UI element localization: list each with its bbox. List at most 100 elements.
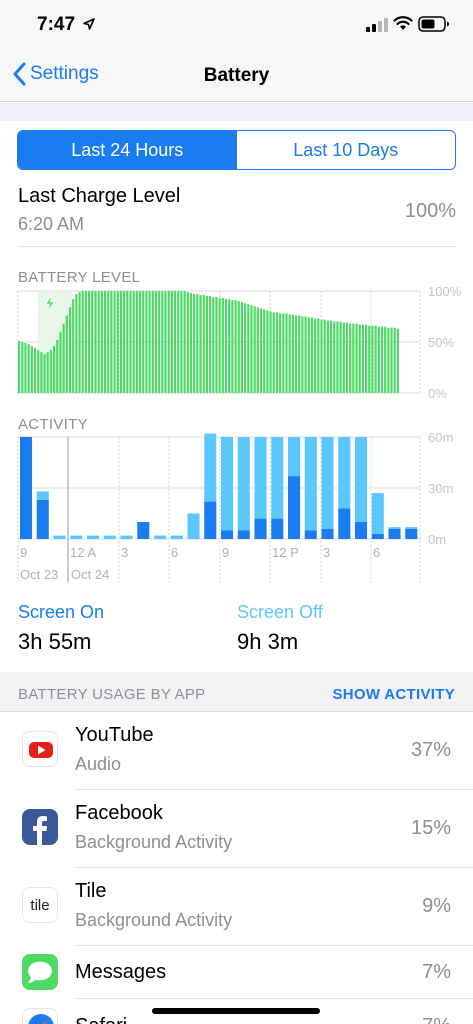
x-tick-label: 3 — [323, 545, 330, 560]
app-name: YouTube — [75, 724, 154, 746]
screen-on-bar — [221, 530, 234, 539]
y-tick-label: 30m — [428, 481, 453, 496]
battery-bar — [97, 291, 100, 393]
y-tick-label: 100% — [428, 285, 462, 299]
battery-bar — [380, 326, 384, 393]
battery-bar — [387, 327, 390, 393]
screen-off-bar — [271, 437, 284, 519]
battery-bar — [269, 311, 272, 393]
x-tick-label: 6 — [171, 545, 178, 560]
battery-bar — [123, 291, 126, 393]
battery-bar — [205, 296, 208, 393]
battery-bar — [215, 297, 218, 393]
screen-off-bar — [304, 437, 317, 531]
battery-bar — [371, 325, 374, 393]
screen-off-bar — [371, 493, 384, 534]
battery-bar — [199, 295, 202, 393]
battery-bar — [221, 298, 224, 393]
x-tick-label: 9 — [222, 545, 229, 560]
app-percentage: 7% — [422, 1015, 451, 1024]
battery-bar — [202, 295, 205, 393]
app-row-tile[interactable]: tile Tile Background Activity 9% — [0, 868, 473, 946]
screen-off-bar — [170, 535, 183, 539]
battery-status-icon — [418, 16, 449, 32]
battery-bar — [231, 300, 234, 393]
screen-off-bar — [355, 437, 368, 522]
app-subtitle: Background Activity — [75, 832, 233, 852]
divider — [18, 246, 455, 247]
battery-bar — [326, 320, 329, 393]
x-tick-label: 3 — [121, 545, 128, 560]
battery-bar — [237, 301, 240, 393]
app-percentage: 37% — [410, 739, 451, 761]
navigation-bar: Settings Battery — [0, 50, 473, 102]
battery-bar — [154, 291, 158, 393]
x-tick-label: 12 A — [70, 545, 96, 560]
battery-bar — [294, 315, 298, 393]
battery-bar — [253, 306, 256, 393]
app-percentage: 7% — [422, 961, 451, 983]
last-charge-time: 6:20 AM — [18, 214, 85, 234]
show-activity-button[interactable]: SHOW ACTIVITY — [332, 686, 455, 703]
screen-on-bar — [338, 508, 351, 539]
status-time: 7:47 — [37, 14, 76, 35]
app-row-facebook[interactable]: Facebook Background Activity 15% — [0, 790, 473, 868]
tile-icon: tile — [22, 887, 58, 923]
battery-bar — [30, 346, 33, 393]
time-range-segmented-control: Last 24 Hours Last 10 Days — [17, 130, 456, 170]
screen-on-bar — [254, 518, 267, 539]
battery-bar — [368, 325, 371, 393]
battery-level-label: BATTERY LEVEL — [18, 269, 141, 286]
battery-bar — [193, 294, 196, 393]
battery-bar — [151, 291, 154, 393]
screen-off-bar — [237, 437, 250, 531]
last-charge-value: 100% — [404, 200, 456, 222]
app-row-youtube[interactable]: YouTube Audio 37% — [0, 712, 473, 790]
app-subtitle: Audio — [75, 754, 122, 774]
battery-bar — [282, 313, 285, 393]
battery-bar — [196, 294, 199, 393]
battery-bar — [27, 344, 30, 393]
battery-bar — [18, 340, 21, 393]
battery-bar — [177, 291, 180, 393]
battery-bar — [263, 309, 266, 393]
date-label: Oct 24 — [71, 567, 109, 582]
x-tick-label: 6 — [373, 545, 380, 560]
battery-bar — [298, 315, 301, 393]
battery-bar — [24, 343, 27, 393]
battery-bar — [279, 313, 282, 393]
screen-on-bar — [204, 501, 217, 539]
screen-off-bar — [338, 437, 351, 509]
status-bar: 7:47 — [0, 0, 473, 50]
battery-bar — [40, 352, 43, 393]
battery-bar — [393, 327, 396, 393]
battery-bar — [100, 291, 103, 393]
battery-bar — [78, 292, 81, 393]
battery-bar — [336, 321, 339, 393]
battery-bar — [355, 323, 358, 393]
segment-last-10-days[interactable]: Last 10 Days — [237, 131, 456, 169]
battery-bar — [310, 317, 314, 393]
app-name: Messages — [75, 961, 167, 983]
wifi-icon — [393, 16, 413, 30]
battery-bar — [323, 319, 326, 393]
battery-bar — [342, 322, 345, 393]
battery-bar — [228, 299, 231, 393]
battery-bar — [113, 291, 116, 393]
battery-bar — [68, 307, 72, 393]
battery-bar — [88, 291, 91, 393]
activity-chart: 60m 30m 0m 9 12 A 3 6 9 12 P 3 6 Oct 23 Oct 24 — [17, 432, 453, 582]
messages-icon — [22, 954, 58, 990]
app-subtitle: Background Activity — [75, 910, 233, 930]
screen-on-label: Screen On — [18, 602, 105, 622]
screen-on-bar — [20, 437, 33, 539]
battery-bar — [329, 320, 333, 393]
battery-bar — [129, 291, 132, 393]
segment-last-24-hours[interactable]: Last 24 Hours — [18, 131, 237, 169]
last-charge-label: Last Charge Level — [18, 185, 181, 207]
battery-bar — [145, 291, 148, 393]
screen-off-bar — [405, 527, 418, 529]
battery-bar — [364, 324, 368, 393]
battery-bar — [59, 331, 62, 393]
battery-bar — [81, 291, 84, 393]
